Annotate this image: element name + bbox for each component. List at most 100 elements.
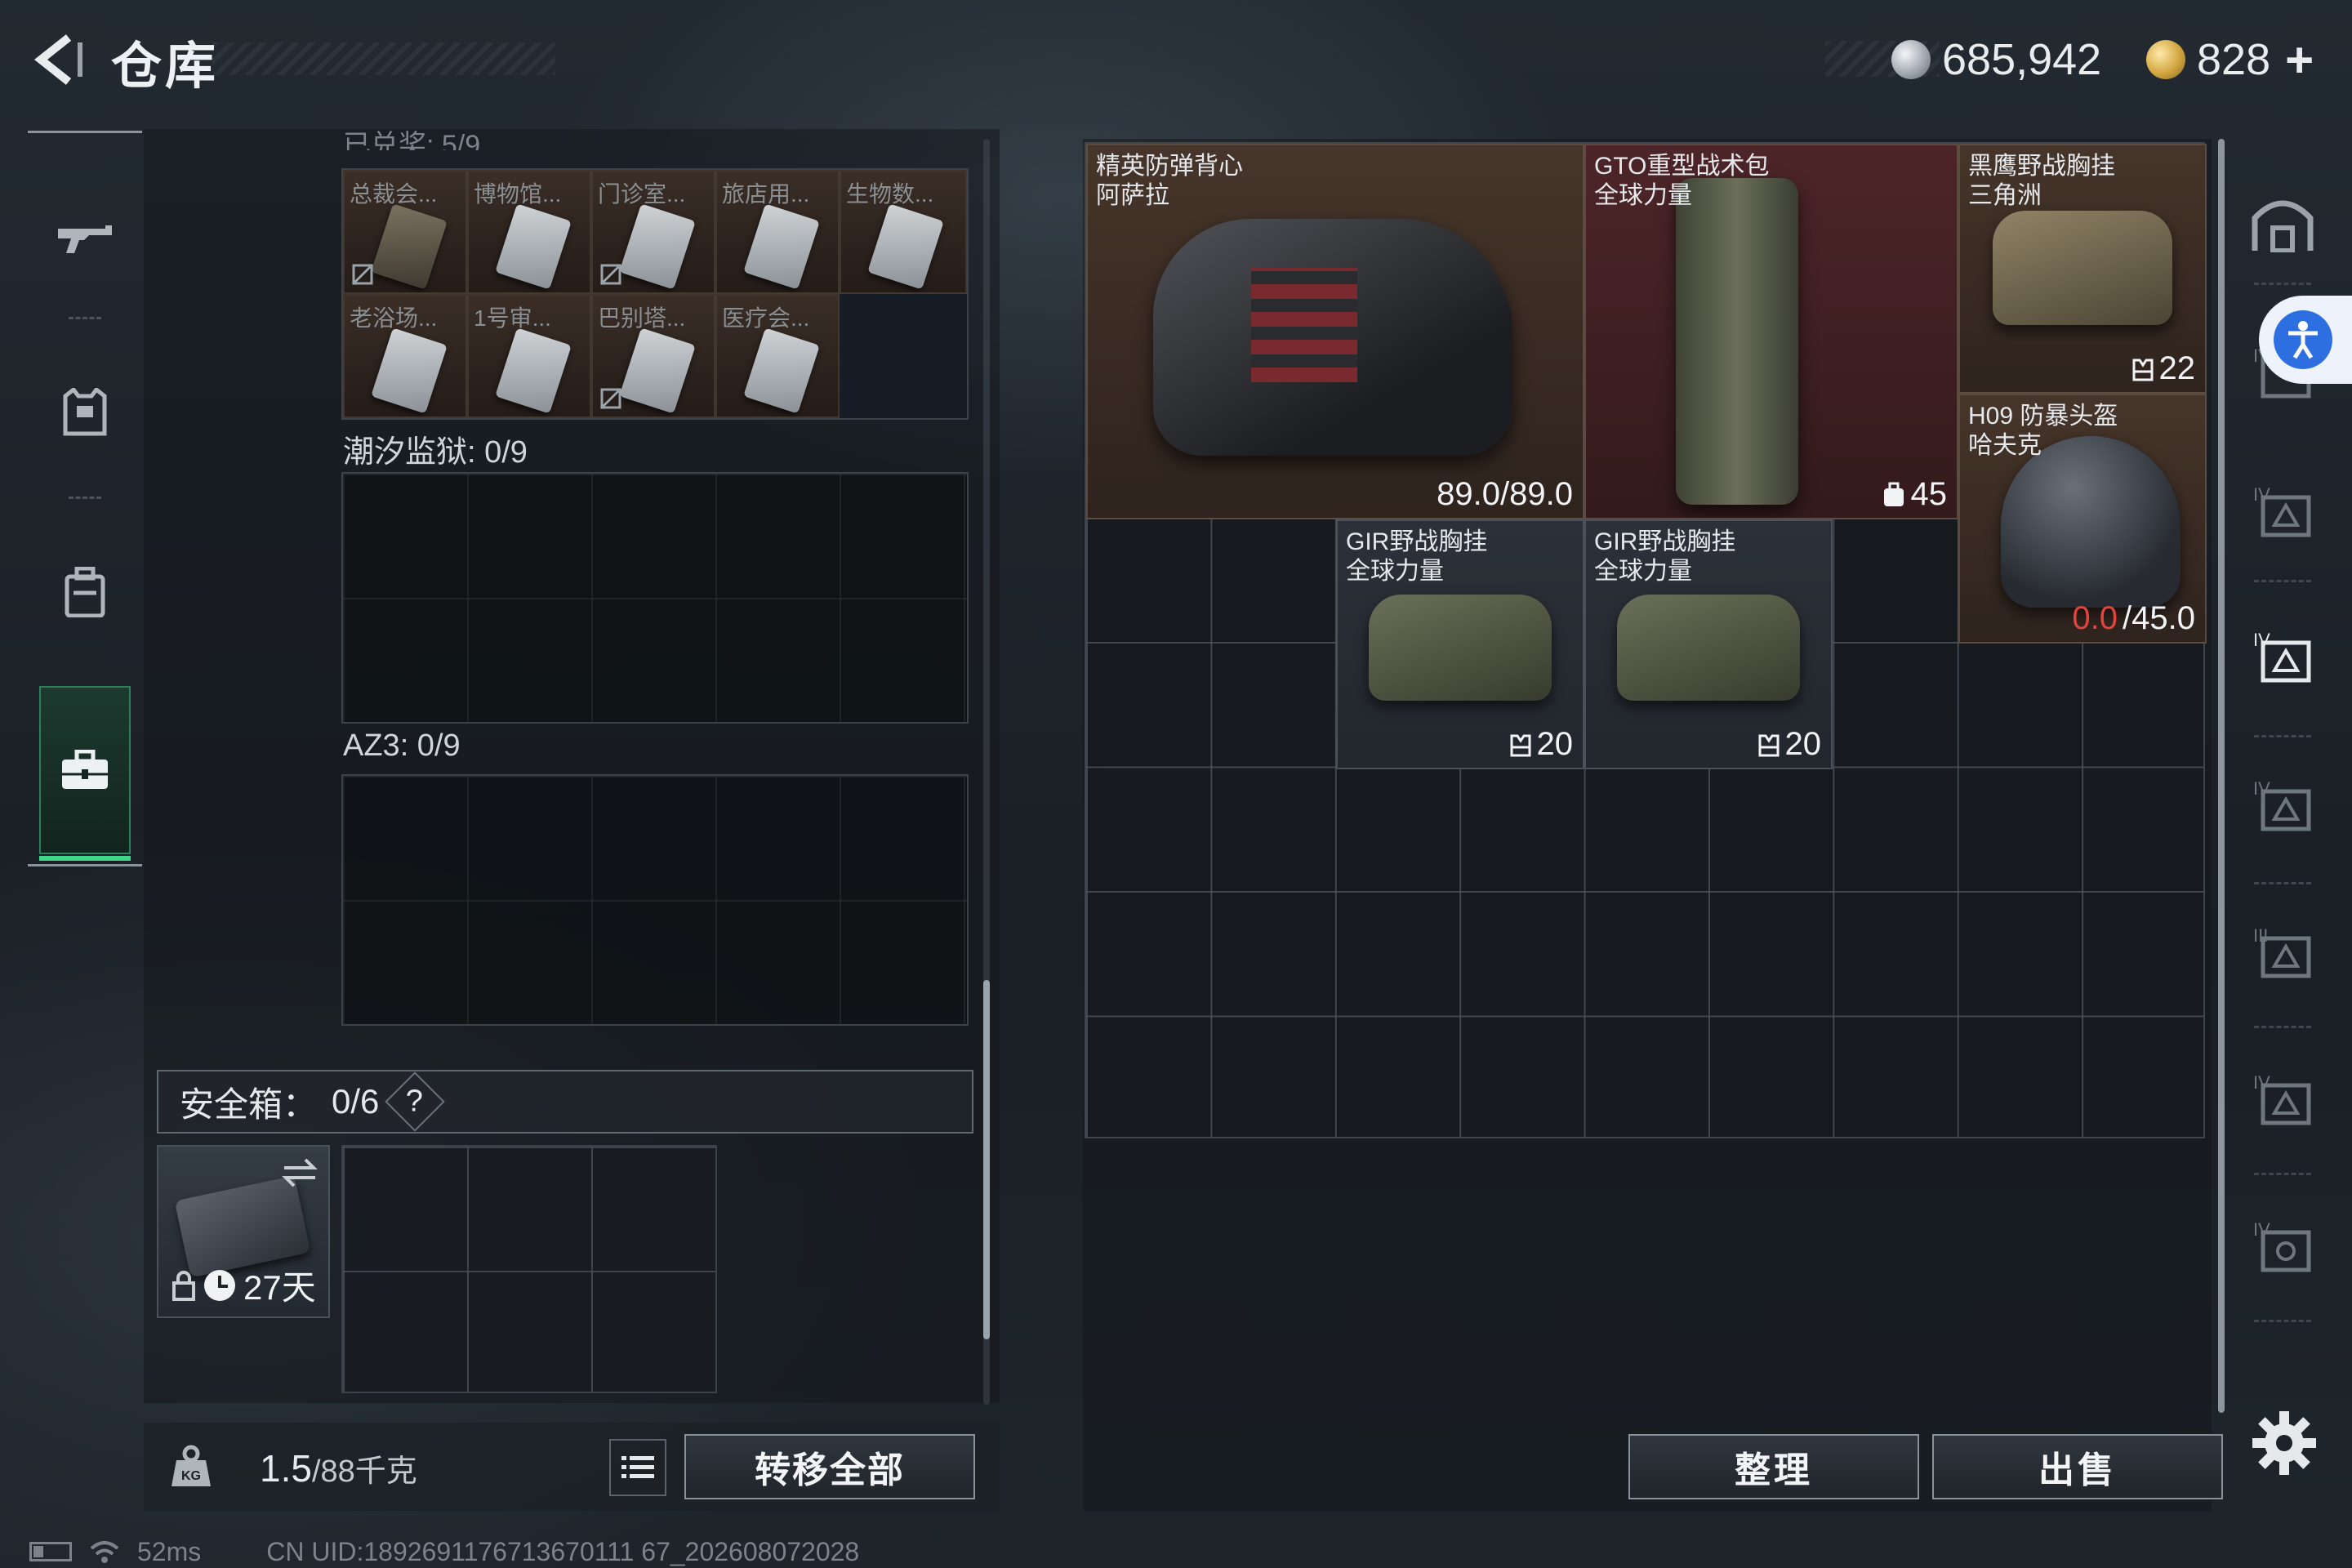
slot-armor-active[interactable]: IV [2238, 611, 2328, 701]
weight-bar: KG 1.5/88千克 转移全部 [144, 1423, 1000, 1511]
nav-separator [69, 317, 101, 319]
key-item[interactable]: 巴别塔... [591, 294, 715, 418]
helmet-image [2001, 436, 2180, 608]
backpack-image [1676, 178, 1798, 505]
slot-armor-5[interactable]: IV [2238, 1054, 2328, 1143]
az3-grid[interactable] [341, 774, 969, 1026]
chest-rig-capacity-icon [2132, 359, 2153, 381]
slot-separator [2254, 283, 2311, 285]
slot-separator [2254, 1026, 2311, 1028]
key-item[interactable]: 老浴场... [343, 294, 467, 418]
nav-case[interactable] [39, 686, 131, 861]
slot-scrollbar[interactable] [2218, 139, 2225, 1413]
nav-weapon[interactable] [39, 176, 131, 299]
svg-text:III: III [2253, 925, 2268, 946]
help-button[interactable]: ? [385, 1071, 446, 1132]
armor-slot-icon: IV [2253, 630, 2311, 683]
safebox-case[interactable]: 27天 [157, 1145, 330, 1318]
sort-button[interactable]: 整理 [1628, 1434, 1919, 1499]
armor-slot-icon: IV [2253, 778, 2311, 831]
item-name: 黑鹰野战胸挂 三角洲 [1968, 153, 2115, 209]
empty-slot[interactable] [840, 294, 967, 418]
list-icon [621, 1456, 654, 1478]
key-item[interactable]: 生物数... [840, 170, 967, 294]
battery-icon [29, 1542, 72, 1561]
slot-separator [2254, 735, 2311, 737]
slot-separator [2254, 1320, 2311, 1322]
slot-safe-house[interactable] [2238, 178, 2328, 268]
item-capacity: 20 [1509, 726, 1574, 763]
accessibility-button[interactable] [2259, 296, 2352, 384]
scroll-thumb[interactable] [983, 980, 990, 1339]
grid-lines [343, 776, 967, 1024]
key-item[interactable]: 总裁会... [343, 170, 467, 294]
top-bar: 仓库 685,942 828 + [0, 0, 2352, 122]
armor-slot-icon: III [2253, 925, 2311, 978]
swap-icon[interactable] [281, 1156, 318, 1189]
item-name: GIR野战胸挂 全球力量 [1594, 528, 1736, 585]
key-item[interactable]: 门诊室... [591, 170, 715, 294]
sell-button[interactable]: 出售 [1932, 1434, 2223, 1499]
page-title: 仓库 [111, 38, 220, 95]
backpack-icon [65, 567, 105, 617]
slot-armor-2[interactable]: IV [2238, 466, 2328, 555]
add-currency-button[interactable]: + [2285, 32, 2314, 88]
keycard-icon [495, 203, 572, 290]
left-nav [28, 131, 142, 874]
backpack-capacity-icon [1883, 482, 1904, 506]
key-label: 总裁会... [350, 181, 438, 207]
capacity-value: 20 [1536, 726, 1574, 762]
inventory-item-chest-rig[interactable]: GIR野战胸挂 全球力量 20 [1336, 519, 1584, 769]
item-name: GIR野战胸挂 全球力量 [1346, 528, 1488, 585]
weight-total: /88千克 [311, 1454, 417, 1489]
back-arrow-icon[interactable] [29, 31, 87, 88]
key-item[interactable]: 旅店用... [715, 170, 840, 294]
inventory-item-chest-rig[interactable]: 黑鹰野战胸挂 三角洲 22 [1958, 144, 2207, 394]
status-bar: 52ms CN UID:1892691176713670111 67_20260… [29, 1535, 859, 1568]
nav-armor[interactable] [39, 351, 131, 474]
key-label: 博物馆... [474, 181, 562, 207]
nav-bottom-line [28, 864, 142, 866]
capacity-value: 22 [2158, 350, 2196, 386]
nav-backpack[interactable] [39, 531, 131, 653]
lock-icon [172, 1270, 195, 1301]
silver-coin-icon [1891, 40, 1931, 79]
section-title-az3: AZ3: 0/9 [343, 728, 461, 763]
slot-armor-3[interactable]: IV [2238, 760, 2328, 849]
list-view-button[interactable] [609, 1439, 666, 1496]
inventory-item-vest[interactable]: 精英防弹背心 阿萨拉 89.0/89.0 [1086, 144, 1584, 519]
chest-rig-capacity-icon [1758, 734, 1779, 756]
slot-armor-4[interactable]: III [2238, 906, 2328, 996]
item-name: GTO重型战术包 全球力量 [1594, 153, 1770, 209]
slot-armor-6[interactable]: IV [2238, 1200, 2328, 1290]
safebox-header: 安全箱： 0/6 ? [157, 1070, 973, 1134]
tide-prison-grid[interactable] [341, 472, 969, 724]
vest-icon [63, 388, 107, 436]
help-icon: ? [406, 1084, 424, 1119]
gold-coin-icon [2146, 40, 2185, 79]
silver-amount: 685,942 [1942, 35, 2102, 84]
chest-rig-image [1993, 211, 2172, 325]
key-label: 巴别塔... [598, 305, 686, 331]
slot-separator [2254, 1173, 2311, 1175]
section-title-tide-prison: 潮汐监狱: 0/9 [343, 435, 528, 470]
armor-slot-icon: IV [2253, 1219, 2311, 1272]
storage-scrollbar[interactable] [983, 139, 990, 1405]
ping-text: 52ms [137, 1536, 202, 1566]
gold-currency: 828 + [2146, 31, 2314, 88]
settings-gear-icon[interactable] [2249, 1408, 2319, 1478]
inventory-item-backpack[interactable]: GTO重型战术包 全球力量 45 [1584, 144, 1958, 519]
key-item[interactable]: 博物馆... [467, 170, 591, 294]
key-item[interactable]: 医疗会... [715, 294, 840, 418]
inventory-item-helmet[interactable]: H09 防暴头盔 哈夫克 0.0/45.0 [1958, 394, 2207, 644]
transfer-all-button[interactable]: 转移全部 [684, 1434, 975, 1499]
inventory-item-chest-rig[interactable]: GIR野战胸挂 全球力量 20 [1584, 519, 1833, 769]
key-item[interactable]: 1号审... [467, 294, 591, 418]
safebox-grid[interactable] [341, 1145, 717, 1393]
toolbox-icon [62, 750, 108, 789]
key-label: 旅店用... [722, 181, 810, 207]
chest-rig-image [1617, 595, 1800, 701]
scroll-thumb[interactable] [2218, 139, 2225, 1413]
gold-amount: 828 [2197, 35, 2271, 84]
item-name: H09 防暴头盔 哈夫克 [1968, 403, 2118, 459]
